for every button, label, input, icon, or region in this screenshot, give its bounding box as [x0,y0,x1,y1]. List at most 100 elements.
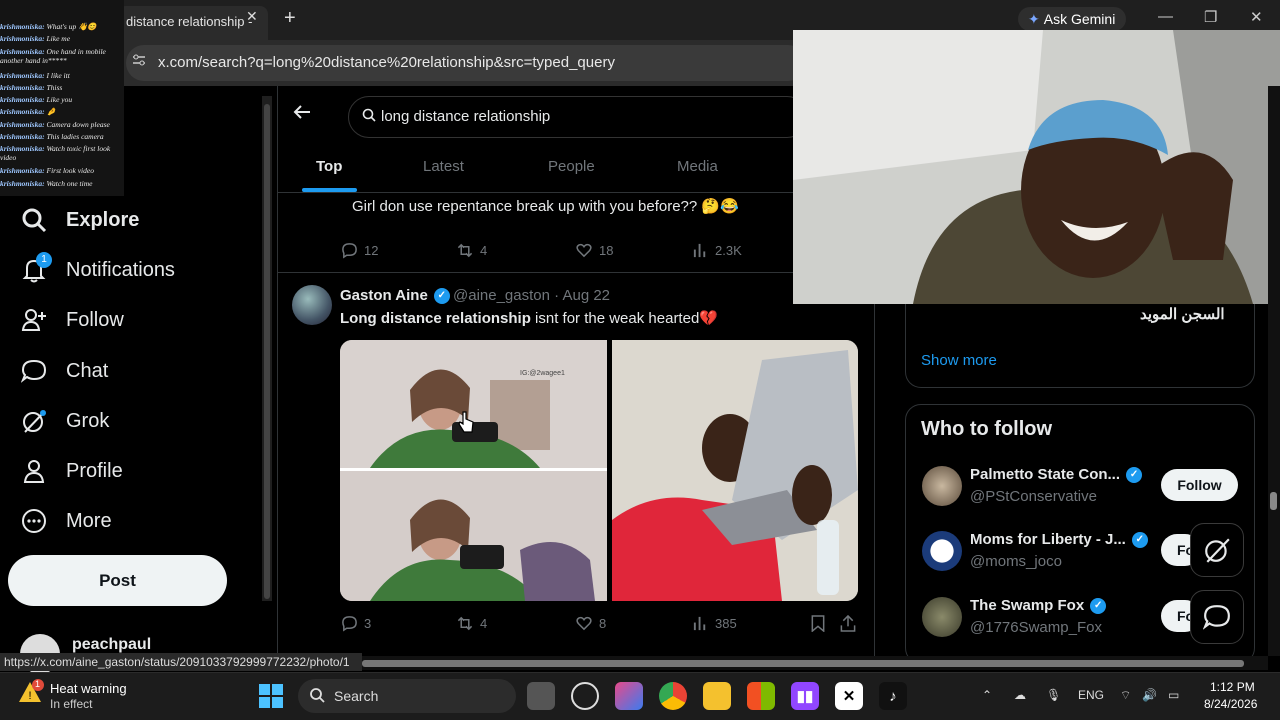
warning-icon[interactable]: ! 1 [18,679,46,705]
sidebar-item-notifications[interactable]: 1 Notifications [20,250,175,290]
horizontal-scrollbar-thumb[interactable] [362,660,1244,667]
search-icon [309,687,325,708]
tweet-divider [277,272,875,273]
avatar[interactable] [292,285,332,325]
chat-message: krishmoniska: Camera down please [0,119,110,129]
follow-suggestion-handle: @PStConservative [970,488,1097,505]
share-icon[interactable] [840,614,856,637]
ask-gemini-button[interactable]: ✦ Ask Gemini [1018,7,1126,31]
vertical-scrollbar-thumb[interactable] [1270,492,1277,510]
grok-icon [20,407,48,435]
sidebar-item-follow[interactable]: Follow [20,300,124,340]
taskbar-search[interactable]: Search [298,679,516,713]
task-view-icon[interactable] [527,682,555,710]
reply-button[interactable]: 12 [341,242,378,259]
messages-float-button[interactable] [1190,590,1244,644]
tab-latest[interactable]: Latest [423,158,464,175]
view-count: 385 [715,616,737,631]
cloud-icon[interactable]: ☁ [1014,688,1026,702]
sidebar-item-grok[interactable]: Grok [20,401,109,441]
tweet-image-2[interactable] [612,340,858,601]
show-more-link[interactable]: Show more [921,352,997,369]
avatar[interactable] [922,531,962,571]
new-tab-button[interactable]: + [284,7,296,30]
tweet-text-highlight: Long distance relationship [340,310,531,327]
reply-icon [342,616,357,632]
avatar[interactable] [922,466,962,506]
reply-count: 3 [364,616,372,631]
sidebar-scrollbar-thumb[interactable] [264,104,270,599]
tweet-image-1[interactable]: IG:@2wagee1 [340,340,607,601]
minimize-icon[interactable]: — [1158,8,1173,25]
tab-people[interactable]: People [548,158,595,175]
tweet-author-handle[interactable]: @aine_gaston · Aug 22 [453,287,610,304]
tiktok-icon[interactable]: ♪ [879,682,907,710]
post-button[interactable]: Post [8,555,227,606]
volume-icon[interactable]: 🔊 [1142,688,1157,702]
restore-icon[interactable]: ❐ [1204,8,1217,26]
follow-button[interactable]: Follow [1161,469,1238,501]
twitch-icon[interactable]: ▮▮ [791,682,819,710]
grok-float-button[interactable] [1190,523,1244,577]
bookmark-icon[interactable] [810,615,826,637]
back-arrow-icon[interactable] [292,102,312,128]
capcut-icon[interactable]: ✕ [835,682,863,710]
views-button[interactable]: 2.3K [692,242,742,259]
tweet-text: Long distance relationship isnt for the … [340,309,718,327]
sidebar-item-label: Explore [66,208,140,231]
sidebar-item-label: Profile [66,459,123,482]
mouse-cursor-icon [458,410,476,439]
site-info-icon[interactable] [132,53,146,70]
views-button[interactable]: 385 [692,615,737,632]
store-icon[interactable] [747,682,775,710]
chrome-icon[interactable] [659,682,687,710]
sidebar-item-more[interactable]: More [20,501,112,541]
chat-bubble-icon [20,357,48,385]
follow-suggestion-name[interactable]: Moms for Liberty - J... ✓ [970,531,1148,549]
sidebar-item-explore[interactable]: Explore [20,200,139,240]
image-watermark: IG:@2wagee1 [520,370,565,377]
status-bar-url: https://x.com/aine_gaston/status/2091033… [0,653,362,671]
notification-badge: 1 [36,252,52,268]
chat-message: krishmoniska: I like itt [0,70,70,80]
file-explorer-icon[interactable] [703,682,731,710]
clock-date[interactable]: 8/24/2026 [1204,697,1257,711]
page-vertical-scrollbar[interactable] [1268,86,1280,656]
chat-message: krishmoniska: What's up 👋😊 [0,22,97,31]
like-button[interactable]: 18 [575,242,613,259]
chat-message: krishmoniska: Like you [0,95,73,105]
profile-name[interactable]: peachpaul [72,636,151,654]
retweet-button[interactable]: 4 [456,242,487,259]
views-icon [693,616,706,631]
tab-close-icon[interactable]: ✕ [246,8,258,25]
webcam-overlay [793,30,1280,304]
sidebar-item-label: Chat [66,359,109,382]
reply-button[interactable]: 3 [341,615,371,632]
language-indicator[interactable]: ENG [1078,688,1104,702]
copilot-icon[interactable] [571,682,599,710]
wifi-icon[interactable]: ⌔ [1120,688,1131,703]
avatar[interactable] [922,597,962,637]
follow-suggestion-name[interactable]: The Swamp Fox ✓ [970,597,1107,615]
reply-count: 12 [364,243,379,258]
verified-badge-icon: ✓ [1131,532,1148,549]
tab-media[interactable]: Media [677,158,718,175]
weather-title[interactable]: Heat warning [50,681,127,696]
app-icon[interactable] [615,682,643,710]
address-bar[interactable]: x.com/search?q=long%20distance%20relatio… [126,45,806,81]
search-input[interactable]: long distance relationship [348,96,808,138]
clock-time[interactable]: 1:12 PM [1210,680,1255,694]
sidebar-item-profile[interactable]: Profile [20,451,123,491]
microphone-icon[interactable]: 🎙 [1046,688,1061,702]
sidebar-item-chat[interactable]: Chat [20,351,108,391]
follow-suggestion-name[interactable]: Palmetto State Con... ✓ [970,466,1143,484]
windows-start-icon[interactable] [259,684,283,708]
retweet-button[interactable]: 4 [456,615,487,632]
tweet-author-name[interactable]: Gaston Aine ✓ [340,287,450,305]
close-window-icon[interactable]: ✕ [1250,8,1263,26]
battery-icon[interactable]: ▭ [1168,688,1179,702]
chevron-up-icon[interactable]: ⌃ [982,688,992,702]
like-button[interactable]: 8 [575,615,606,632]
tab-top[interactable]: Top [316,158,342,175]
trend-item[interactable]: السجن المويد [1140,305,1225,323]
